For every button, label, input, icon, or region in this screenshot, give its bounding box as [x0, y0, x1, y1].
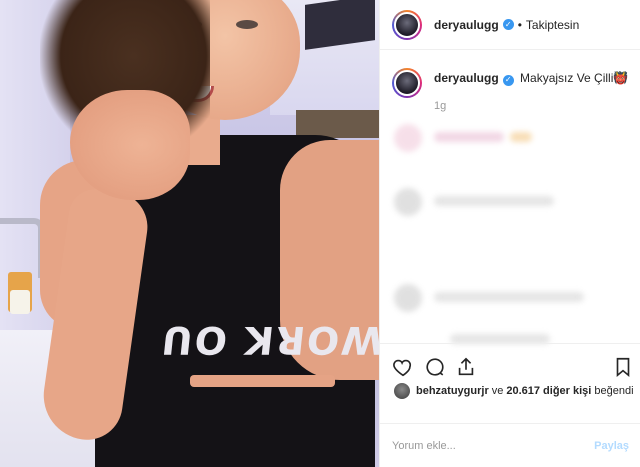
blurred-comment	[380, 118, 640, 158]
comment-bar: Paylaş	[380, 423, 640, 467]
person-hand	[70, 90, 190, 200]
background-shelf	[296, 110, 379, 138]
post-comment-button[interactable]: Paylaş	[594, 440, 629, 452]
likes-connector: ve	[491, 385, 504, 397]
person-eye	[236, 20, 258, 29]
avatar[interactable]	[392, 9, 422, 40]
bookmark-icon[interactable]	[612, 356, 634, 378]
liker-avatar	[394, 383, 410, 399]
verified-badge-icon: ✓	[502, 19, 514, 30]
post-photo[interactable]: WORK OU	[0, 0, 379, 467]
likes-count[interactable]: 20.617 diğer kişi	[506, 385, 591, 397]
verified-badge-icon: ✓	[502, 74, 514, 86]
separator-dot: •	[517, 17, 522, 32]
background-jar	[10, 290, 30, 314]
post-side-panel: deryaulugg ✓ • Takiptesin deryaulugg ✓ Ma…	[379, 0, 640, 467]
liker-username[interactable]: behzatuygurjr	[416, 385, 489, 397]
header-username[interactable]: deryaulugg	[434, 18, 499, 32]
comment-input[interactable]	[392, 439, 572, 452]
post-header: deryaulugg ✓ • Takiptesin	[380, 0, 640, 50]
shirt-print-text: WORK OU	[157, 318, 379, 362]
caption-emoji: 👹	[613, 71, 629, 85]
comment-icon[interactable]	[424, 356, 446, 378]
blurred-comment	[380, 278, 640, 318]
person-forearm	[190, 375, 335, 387]
post-timestamp[interactable]: 1g	[434, 98, 628, 114]
heart-icon[interactable]	[392, 356, 414, 378]
likes-suffix: beğendi	[594, 385, 634, 397]
avatar[interactable]	[392, 68, 422, 98]
background-faucet	[0, 218, 44, 278]
caption-username[interactable]: deryaulugg	[434, 71, 499, 85]
blurred-comment	[380, 182, 640, 222]
caption: deryaulugg ✓ Makyajsız Ve Çilli👹 1g	[392, 68, 632, 114]
share-icon[interactable]	[455, 356, 477, 378]
follow-status-button[interactable]: Takiptesin	[526, 18, 579, 32]
likes-summary[interactable]: behzatuygurjr ve 20.617 diğer kişi beğen…	[394, 383, 637, 399]
caption-text: Makyajsız Ve Çilli	[520, 71, 614, 85]
